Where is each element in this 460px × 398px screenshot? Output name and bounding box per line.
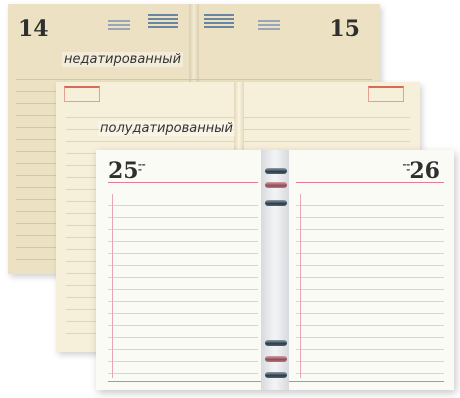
half-dated-caption: полудатированный bbox=[98, 121, 235, 136]
date-detail-left: ▬▬ ▬ bbox=[138, 162, 146, 172]
binder-ring-icon bbox=[265, 200, 287, 206]
undated-caption: недатированный bbox=[62, 52, 184, 67]
mini-calendar-icon bbox=[204, 14, 234, 30]
left-page-number: 14 bbox=[18, 16, 49, 42]
date-detail-right: ▬▬ ▬ bbox=[402, 162, 410, 172]
mini-calendar-icon bbox=[108, 20, 130, 36]
left-page-number: 25 bbox=[108, 158, 139, 184]
binder-ring-icon bbox=[265, 182, 287, 188]
right-page-number: 15 bbox=[329, 16, 360, 42]
right-page-number: 26 bbox=[409, 158, 440, 184]
mini-calendar-icon bbox=[148, 14, 178, 30]
binder-ring-icon bbox=[265, 168, 287, 174]
ruled-lines-left bbox=[108, 194, 258, 378]
margin-line bbox=[112, 194, 113, 378]
binder-ring-icon bbox=[265, 340, 287, 346]
date-box-left bbox=[64, 86, 100, 102]
date-box-right bbox=[368, 86, 404, 102]
dated-planner: 25 ▬▬ ▬ 26 ▬▬ ▬ bbox=[96, 150, 454, 390]
binder-ring-icon bbox=[265, 356, 287, 362]
margin-line bbox=[300, 194, 301, 378]
ruled-lines-right bbox=[296, 194, 444, 378]
binder-ring-icon bbox=[265, 372, 287, 378]
mini-calendar-icon bbox=[258, 20, 280, 36]
